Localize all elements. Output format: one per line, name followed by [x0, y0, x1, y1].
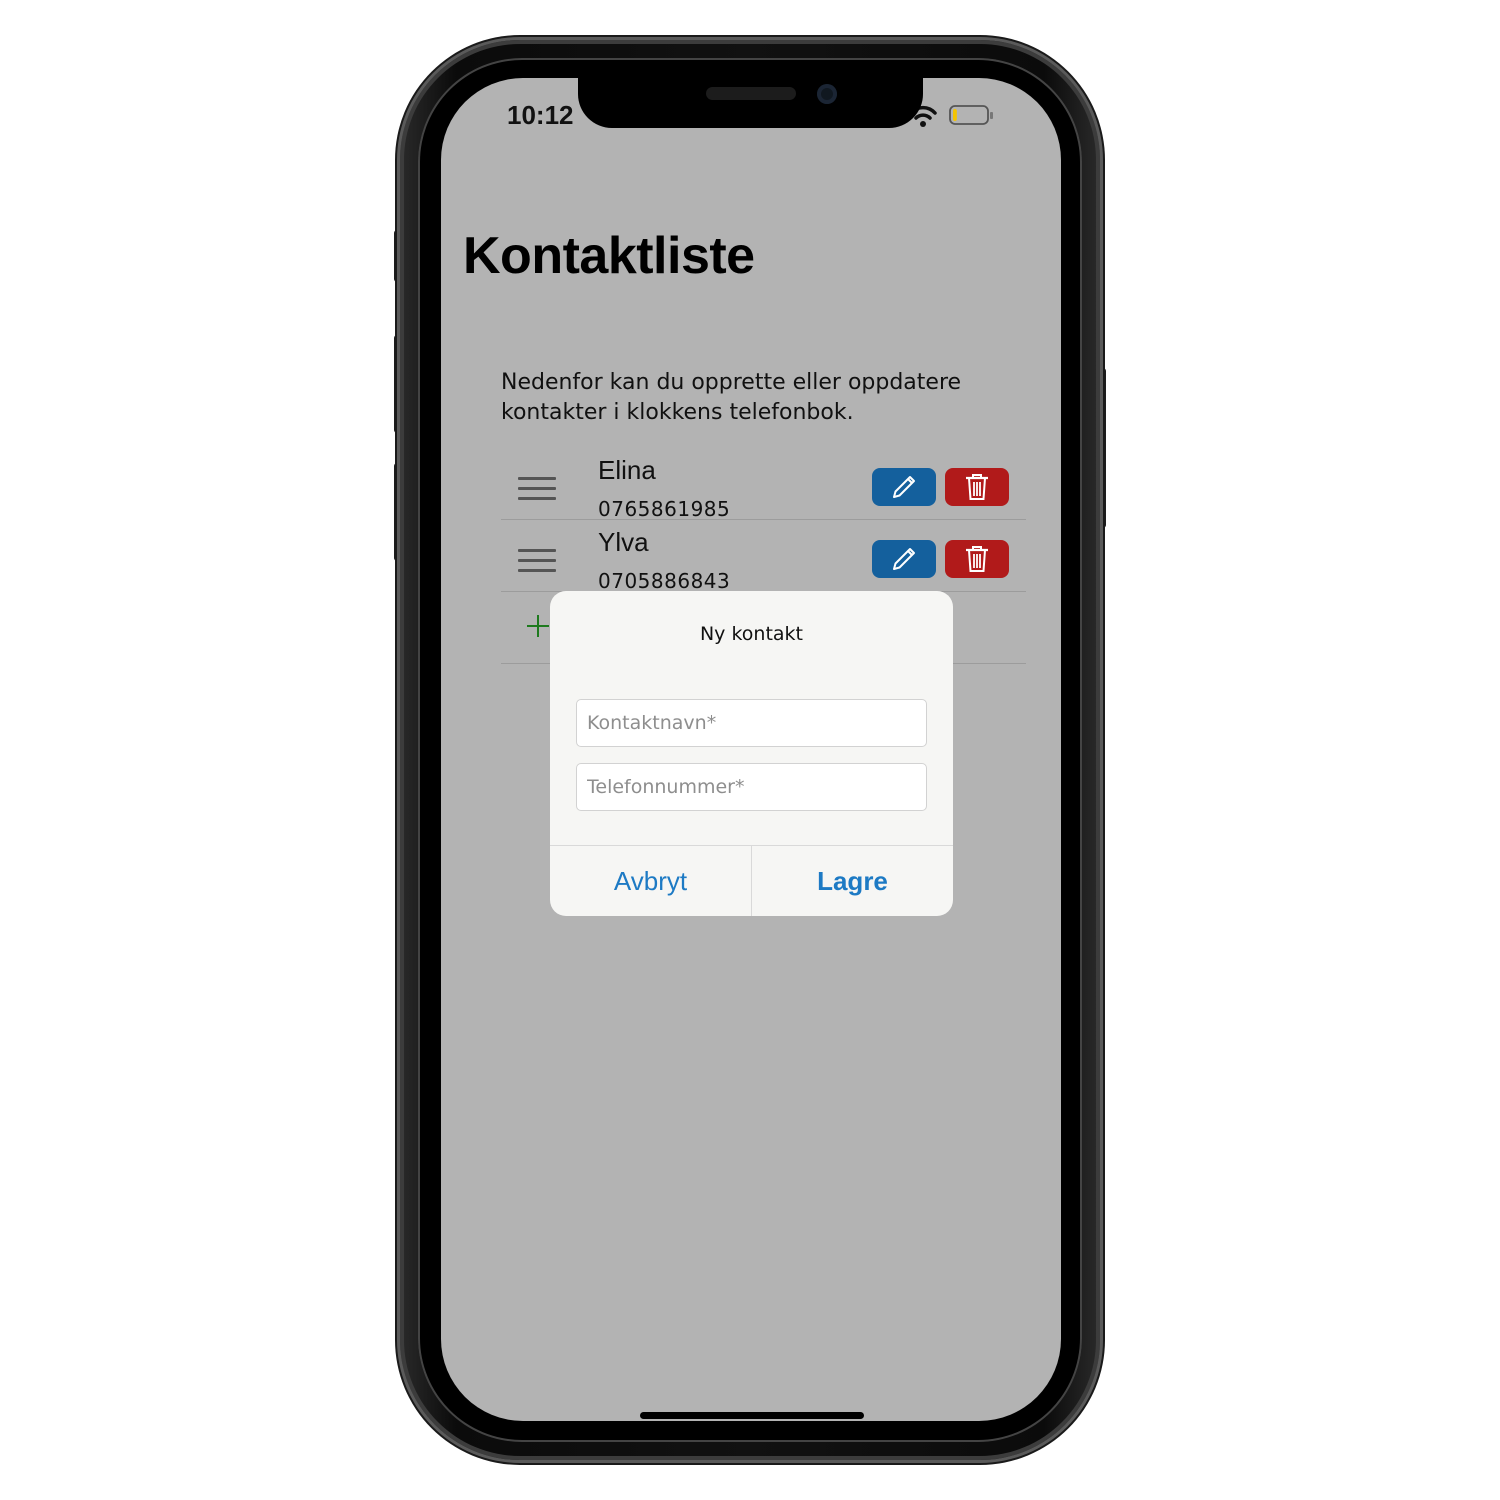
battery-icon [949, 105, 993, 125]
delete-contact-button[interactable] [945, 468, 1009, 506]
dialog-actions: Avbryt Lagre [550, 845, 953, 916]
home-indicator[interactable] [640, 1412, 864, 1419]
cancel-button[interactable]: Avbryt [550, 846, 751, 916]
contact-row: Ylva 0705886843 [501, 520, 1026, 593]
trash-icon [966, 546, 988, 572]
pencil-icon [893, 548, 915, 570]
battery-fill [953, 109, 957, 121]
contact-phone: 0765861985 [598, 497, 731, 521]
status-time: 10:12 [507, 100, 574, 130]
contact-name: Ylva [598, 527, 649, 557]
delete-contact-button[interactable] [945, 540, 1009, 578]
phone-number-field[interactable] [576, 763, 927, 811]
plus-icon[interactable] [526, 614, 550, 638]
front-camera [817, 84, 837, 104]
intro-text: Nedenfor kan du opprette eller oppdatere… [501, 370, 962, 425]
notch [578, 78, 923, 128]
new-contact-dialog: Ny kontakt Avbryt Lagre [550, 591, 953, 916]
page-title: Kontaktliste [463, 227, 755, 285]
drag-handle-icon[interactable] [518, 477, 556, 500]
pencil-icon [893, 476, 915, 498]
save-button[interactable]: Lagre [751, 846, 953, 916]
contact-name: Elina [598, 455, 656, 485]
trash-icon [966, 474, 988, 500]
phone-screen: 10:12 Kontaktliste Nedenfor kan du oppre… [441, 78, 1061, 1421]
edit-contact-button[interactable] [872, 468, 936, 506]
contact-row: Elina 0765861985 [501, 448, 1026, 521]
contact-name-field[interactable] [576, 699, 927, 747]
contact-phone: 0705886843 [598, 569, 731, 593]
speaker-grille [706, 87, 796, 100]
drag-handle-icon[interactable] [518, 549, 556, 572]
dialog-title: Ny kontakt [699, 623, 804, 645]
edit-contact-button[interactable] [872, 540, 936, 578]
